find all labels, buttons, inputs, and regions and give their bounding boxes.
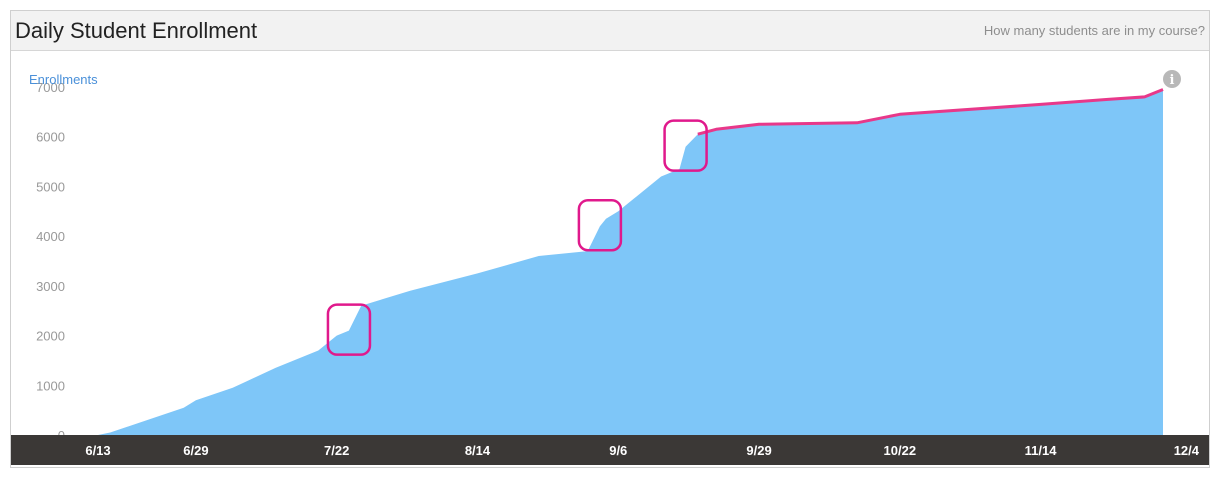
enrollment-widget: Daily Student Enrollment How many studen…	[10, 10, 1210, 468]
enrollment-chart: 01000200030004000500060007000Enrollments…	[11, 70, 1209, 465]
y-tick-label: 3000	[36, 279, 65, 294]
enrollment-area	[98, 89, 1163, 435]
x-tick-label: 6/29	[183, 443, 208, 458]
y-axis-label: Enrollments	[29, 72, 98, 87]
widget-title: Daily Student Enrollment	[15, 18, 258, 43]
widget-header: Daily Student Enrollment How many studen…	[11, 11, 1209, 51]
y-tick-label: 1000	[36, 378, 65, 393]
svg-text:i: i	[1170, 73, 1175, 88]
y-tick-label: 5000	[36, 179, 65, 194]
y-tick-label: 4000	[36, 229, 65, 244]
x-tick-label: 10/22	[884, 443, 917, 458]
info-circle-icon[interactable]: i	[1163, 70, 1181, 88]
x-tick-label: 12/4	[1174, 443, 1200, 458]
help-link[interactable]: How many students are in my course?	[984, 23, 1205, 38]
y-tick-label: 2000	[36, 329, 65, 344]
x-tick-label: 9/6	[609, 443, 627, 458]
x-tick-label: 9/29	[746, 443, 771, 458]
x-tick-label: 6/13	[85, 443, 110, 458]
y-tick-label: 6000	[36, 130, 65, 145]
x-tick-label: 11/14	[1025, 443, 1058, 458]
x-tick-label: 8/14	[465, 443, 491, 458]
chart-area: 01000200030004000500060007000Enrollments…	[11, 51, 1209, 467]
x-tick-label: 7/22	[324, 443, 349, 458]
